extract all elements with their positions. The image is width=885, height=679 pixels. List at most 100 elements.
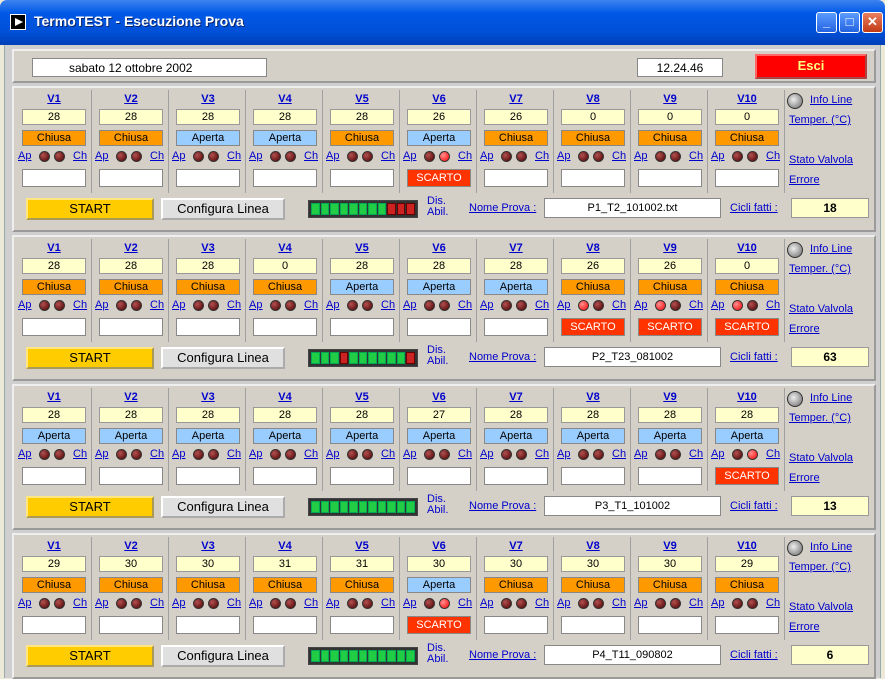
enable-cell[interactable] [339,203,349,215]
info-line-link[interactable]: Info Line [810,94,852,106]
open-label[interactable]: Ap [172,150,185,162]
temperature-label[interactable]: Temper. (°C) [789,561,851,573]
open-label[interactable]: Ap [172,299,185,311]
valve-state[interactable]: Aperta [484,428,548,444]
start-button[interactable]: START [26,496,154,518]
enable-cell[interactable] [358,650,368,662]
valve-state[interactable]: Chiusa [715,130,779,146]
enable-cell[interactable] [320,501,330,513]
valve-name[interactable]: V9 [632,391,708,403]
valve-name[interactable]: V6 [401,242,477,254]
open-label[interactable]: Ap [557,448,570,460]
closed-label[interactable]: Ch [381,597,395,609]
valve-name[interactable]: V9 [632,242,708,254]
enable-cell[interactable] [377,352,387,364]
valve-state[interactable]: Aperta [407,577,471,593]
open-label[interactable]: Ap [172,597,185,609]
closed-label[interactable]: Ch [458,448,472,460]
valve-name[interactable]: V5 [324,93,400,105]
valve-name[interactable]: V4 [247,540,323,552]
valve-name[interactable]: V5 [324,242,400,254]
valve-state[interactable]: Chiusa [561,130,625,146]
valve-name[interactable]: V3 [170,93,246,105]
enable-cell[interactable] [358,203,368,215]
configure-line-button[interactable]: Configura Linea [161,198,285,220]
enable-cell[interactable] [330,203,339,215]
title-bar[interactable]: TermoTEST - Esecuzione Prova _ □ ✕ [0,0,885,45]
closed-label[interactable]: Ch [73,299,87,311]
valve-name[interactable]: V8 [555,540,631,552]
open-label[interactable]: Ap [249,150,262,162]
closed-label[interactable]: Ch [458,597,472,609]
valve-name[interactable]: V10 [709,540,785,552]
enable-cell[interactable] [368,650,377,662]
closed-label[interactable]: Ch [381,448,395,460]
valve-name[interactable]: V2 [93,391,169,403]
enable-cell[interactable] [406,203,416,215]
valve-state[interactable]: Chiusa [638,577,702,593]
valve-state[interactable]: Chiusa [253,577,317,593]
info-line-led-icon[interactable] [787,391,803,407]
open-label[interactable]: Ap [711,299,724,311]
valve-name[interactable]: V2 [93,540,169,552]
enable-cell[interactable] [339,352,349,364]
valve-name[interactable]: V6 [401,391,477,403]
closed-label[interactable]: Ch [458,299,472,311]
closed-label[interactable]: Ch [73,597,87,609]
valve-state[interactable]: Aperta [176,130,240,146]
valve-state[interactable]: Aperta [330,279,394,295]
valve-state[interactable]: Aperta [407,130,471,146]
closed-label[interactable]: Ch [304,597,318,609]
start-button[interactable]: START [26,198,154,220]
valve-name[interactable]: V5 [324,391,400,403]
valve-state[interactable]: Chiusa [22,577,86,593]
temperature-label[interactable]: Temper. (°C) [789,114,851,126]
valve-name[interactable]: V9 [632,93,708,105]
enable-cell[interactable] [311,203,320,215]
enable-cell[interactable] [330,352,339,364]
open-label[interactable]: Ap [18,299,31,311]
valve-name[interactable]: V8 [555,242,631,254]
valve-name[interactable]: V8 [555,391,631,403]
open-label[interactable]: Ap [95,597,108,609]
valve-name[interactable]: V3 [170,540,246,552]
start-button[interactable]: START [26,347,154,369]
enable-cell[interactable] [311,352,320,364]
valve-name[interactable]: V1 [16,540,92,552]
enable-cell[interactable] [406,650,416,662]
open-label[interactable]: Ap [326,597,339,609]
closed-label[interactable]: Ch [304,150,318,162]
enable-cell[interactable] [387,650,396,662]
open-label[interactable]: Ap [95,448,108,460]
valve-state[interactable]: Chiusa [176,577,240,593]
valve-name[interactable]: V2 [93,242,169,254]
maximize-button[interactable]: □ [839,12,860,33]
enable-cell[interactable] [349,352,358,364]
open-label[interactable]: Ap [557,299,570,311]
open-label[interactable]: Ap [18,597,31,609]
closed-label[interactable]: Ch [535,448,549,460]
info-line-led-icon[interactable] [787,93,803,109]
closed-label[interactable]: Ch [689,448,703,460]
open-label[interactable]: Ap [480,150,493,162]
info-line-led-icon[interactable] [787,540,803,556]
enable-cell[interactable] [339,501,349,513]
valve-state[interactable]: Chiusa [99,577,163,593]
valve-state[interactable]: Chiusa [638,130,702,146]
closed-label[interactable]: Ch [612,150,626,162]
open-label[interactable]: Ap [18,150,31,162]
enable-cell[interactable] [349,203,358,215]
configure-line-button[interactable]: Configura Linea [161,347,285,369]
closed-label[interactable]: Ch [766,299,780,311]
error-label[interactable]: Errore [789,174,820,186]
enable-cell[interactable] [368,203,377,215]
open-label[interactable]: Ap [403,448,416,460]
valve-name[interactable]: V6 [401,93,477,105]
enable-cell[interactable] [368,352,377,364]
enable-cell[interactable] [358,501,368,513]
closed-label[interactable]: Ch [689,597,703,609]
valve-state[interactable]: Chiusa [99,130,163,146]
valve-state[interactable]: Aperta [715,428,779,444]
valve-state[interactable]: Chiusa [484,130,548,146]
valve-state[interactable]: Aperta [253,428,317,444]
